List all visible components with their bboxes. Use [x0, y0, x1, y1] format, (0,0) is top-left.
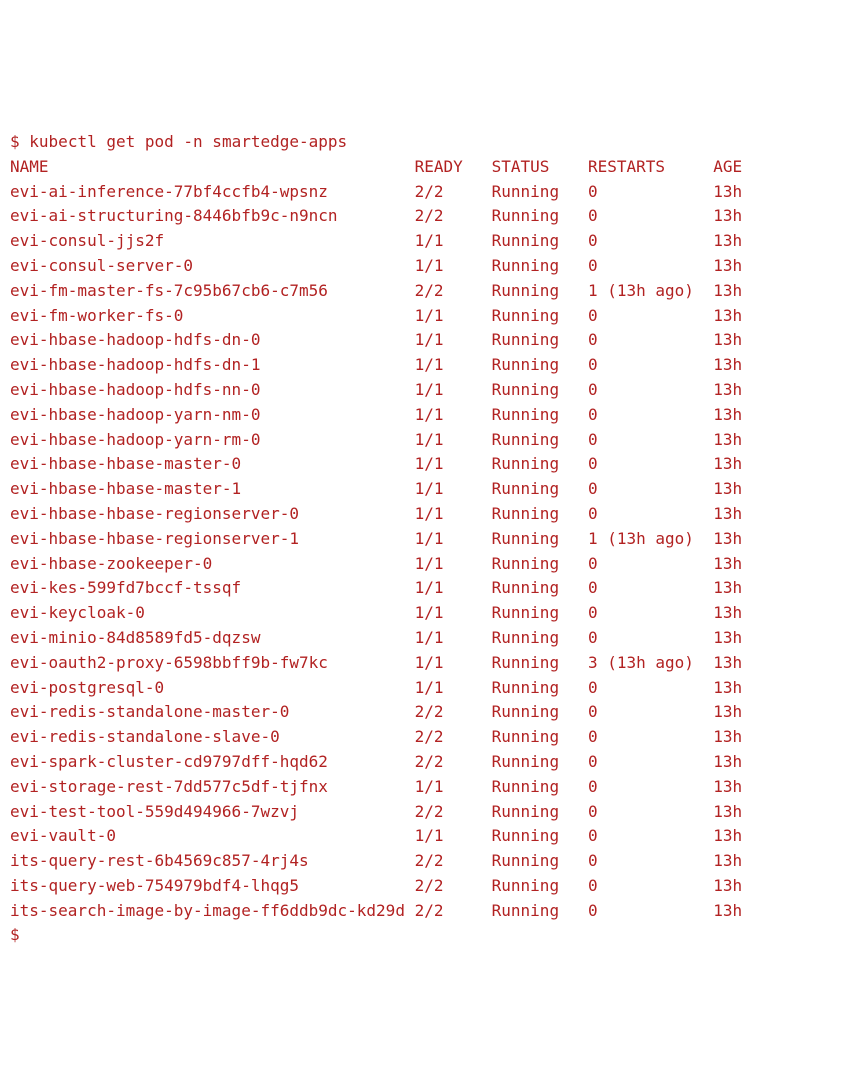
pod-row: evi-vault-0 1/1 Running 0 13h — [10, 824, 840, 849]
pod-row: evi-hbase-hbase-regionserver-1 1/1 Runni… — [10, 527, 840, 552]
pod-row: evi-hbase-zookeeper-0 1/1 Running 0 13h — [10, 552, 840, 577]
command-line: $ kubectl get pod -n smartedge-apps — [10, 130, 840, 155]
prompt: $ — [10, 132, 20, 151]
pod-row: evi-hbase-hadoop-hdfs-nn-0 1/1 Running 0… — [10, 378, 840, 403]
header-row: NAME READY STATUS RESTARTS AGE — [10, 155, 840, 180]
pod-row: evi-minio-84d8589fd5-dqzsw 1/1 Running 0… — [10, 626, 840, 651]
pod-row: evi-hbase-hbase-regionserver-0 1/1 Runni… — [10, 502, 840, 527]
pod-row: evi-oauth2-proxy-6598bbff9b-fw7kc 1/1 Ru… — [10, 651, 840, 676]
pod-row: evi-fm-master-fs-7c95b67cb6-c7m56 2/2 Ru… — [10, 279, 840, 304]
pod-row: evi-test-tool-559d494966-7wzvj 2/2 Runni… — [10, 800, 840, 825]
pod-row: evi-hbase-hbase-master-1 1/1 Running 0 1… — [10, 477, 840, 502]
pod-row: evi-consul-server-0 1/1 Running 0 13h — [10, 254, 840, 279]
terminal-output: $ kubectl get pod -n smartedge-appsNAME … — [10, 105, 840, 948]
pod-row: evi-hbase-hbase-master-0 1/1 Running 0 1… — [10, 452, 840, 477]
pod-row: its-query-rest-6b4569c857-4rj4s 2/2 Runn… — [10, 849, 840, 874]
pod-row: its-query-web-754979bdf4-lhqg5 2/2 Runni… — [10, 874, 840, 899]
pod-row: evi-redis-standalone-master-0 2/2 Runnin… — [10, 700, 840, 725]
pod-row: evi-hbase-hadoop-hdfs-dn-1 1/1 Running 0… — [10, 353, 840, 378]
pod-row: evi-consul-jjs2f 1/1 Running 0 13h — [10, 229, 840, 254]
pod-row: evi-ai-structuring-8446bfb9c-n9ncn 2/2 R… — [10, 204, 840, 229]
pod-row: evi-ai-inference-77bf4ccfb4-wpsnz 2/2 Ru… — [10, 180, 840, 205]
pod-row: evi-fm-worker-fs-0 1/1 Running 0 13h — [10, 304, 840, 329]
trailing-prompt: $ — [10, 923, 840, 948]
pod-row: evi-keycloak-0 1/1 Running 0 13h — [10, 601, 840, 626]
pod-row: evi-storage-rest-7dd577c5df-tjfnx 1/1 Ru… — [10, 775, 840, 800]
pod-row: evi-hbase-hadoop-hdfs-dn-0 1/1 Running 0… — [10, 328, 840, 353]
command-text: kubectl get pod -n smartedge-apps — [29, 132, 347, 151]
pod-row: evi-redis-standalone-slave-0 2/2 Running… — [10, 725, 840, 750]
pod-row: evi-postgresql-0 1/1 Running 0 13h — [10, 676, 840, 701]
pod-row: its-search-image-by-image-ff6ddb9dc-kd29… — [10, 899, 840, 924]
pod-row: evi-hbase-hadoop-yarn-nm-0 1/1 Running 0… — [10, 403, 840, 428]
pod-row: evi-spark-cluster-cd9797dff-hqd62 2/2 Ru… — [10, 750, 840, 775]
pod-row: evi-hbase-hadoop-yarn-rm-0 1/1 Running 0… — [10, 428, 840, 453]
pod-row: evi-kes-599fd7bccf-tssqf 1/1 Running 0 1… — [10, 576, 840, 601]
